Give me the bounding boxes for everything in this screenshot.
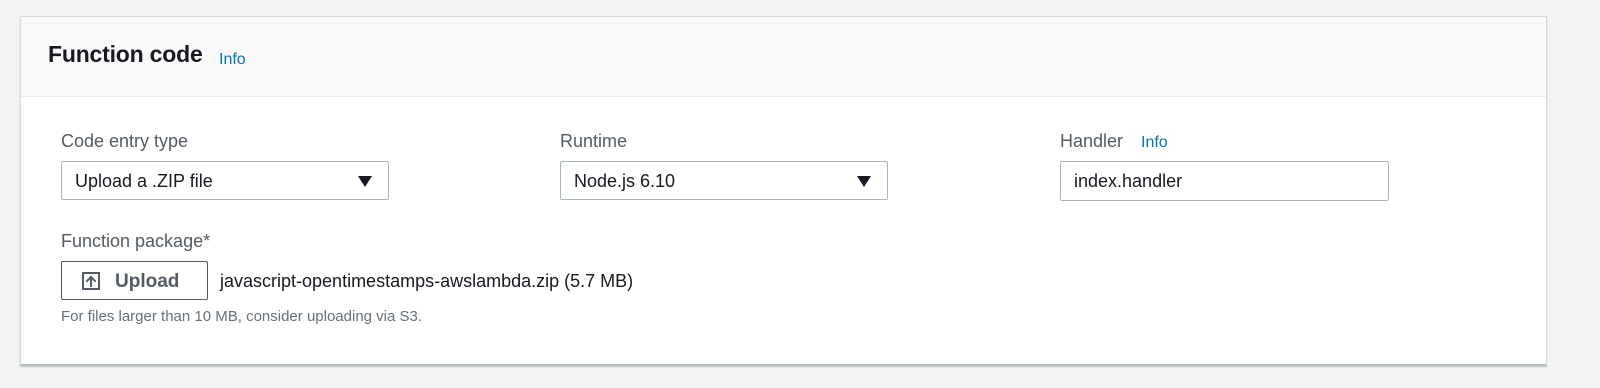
uploaded-file-name: javascript-opentimestamps-awslambda.zip … [220, 271, 634, 291]
handler-label: Handler [1060, 131, 1124, 151]
panel-header: Function code Info [21, 17, 1546, 97]
code-entry-type-value: Upload a .ZIP file [75, 171, 213, 191]
panel-title: Function code [48, 41, 203, 67]
caret-down-icon [857, 176, 871, 187]
handler-info-link[interactable]: Info [1141, 134, 1168, 152]
runtime-label: Runtime [560, 131, 628, 151]
function-code-info-link[interactable]: Info [219, 51, 246, 69]
upload-icon [82, 272, 100, 290]
handler-input[interactable] [1060, 161, 1389, 201]
upload-help-text: For files larger than 10 MB, consider up… [61, 308, 423, 325]
code-entry-type-label: Code entry type [61, 131, 189, 151]
upload-button[interactable]: Upload [61, 261, 208, 300]
caret-down-icon [358, 176, 372, 187]
function-code-panel: Function code Info Code entry type Uploa… [20, 16, 1547, 366]
runtime-value: Node.js 6.10 [574, 171, 676, 191]
runtime-select[interactable]: Node.js 6.10 [560, 161, 888, 200]
upload-button-label: Upload [115, 271, 180, 292]
function-package-label: Function package* [61, 231, 211, 251]
code-entry-type-select[interactable]: Upload a .ZIP file [61, 161, 389, 200]
